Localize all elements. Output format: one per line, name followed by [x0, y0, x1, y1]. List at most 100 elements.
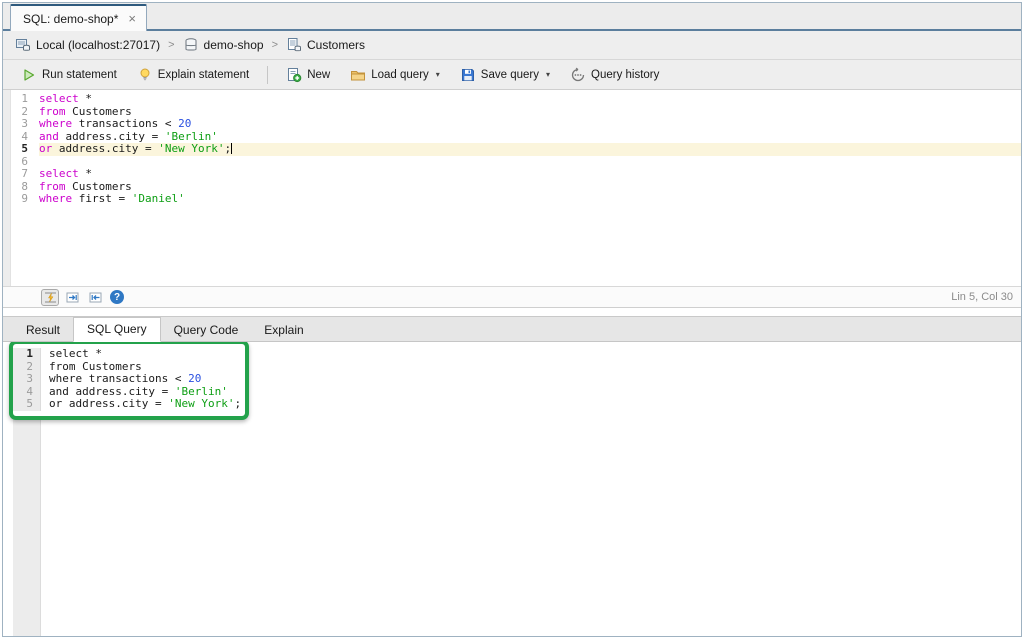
tab-title: SQL: demo-shop* — [23, 11, 119, 26]
sql-editor-code: 1 select * 2 from Customers 3 where transacti… — [3, 92, 1021, 206]
token-num: 20 — [178, 117, 192, 130]
load-query-label: Load query — [371, 68, 429, 81]
token-kw: select — [49, 347, 89, 360]
token-kw: from — [39, 104, 66, 118]
code-text: from Customers — [39, 179, 1021, 194]
breadcrumb-database-label: demo-shop — [203, 38, 264, 52]
breadcrumb-connection-label: Local (localhost:27017) — [36, 38, 161, 52]
code-line: 5 or address.city = 'New York'; — [13, 397, 245, 411]
token-pl: address.city = — [68, 384, 175, 398]
editor-footer: ? Lin 5, Col 30 — [3, 286, 1021, 308]
app-window: SQL: demo-shop* × Local (localhost:27017… — [2, 2, 1022, 637]
token-kw: and — [39, 129, 59, 143]
lightbulb-icon — [140, 68, 150, 80]
breadcrumb: Local (localhost:27017) > demo-shop > Cu… — [3, 31, 1021, 60]
toolbar-divider — [267, 65, 269, 84]
token-kw: from — [39, 179, 66, 193]
token-str: 'New York' — [168, 397, 235, 410]
new-document-icon — [288, 67, 302, 82]
token-pl: transactions < — [72, 117, 179, 130]
token-pl: * — [88, 347, 102, 360]
line-number: 3 — [13, 372, 41, 386]
token-str: 'New York' — [158, 142, 225, 155]
code-text: select * — [39, 92, 1021, 106]
connection-icon — [16, 39, 30, 51]
token-pl: address.city = — [62, 397, 169, 410]
run-icon — [24, 68, 35, 81]
token-kw: select — [39, 167, 79, 180]
token-pl: Customers — [65, 104, 132, 118]
document-tabstrip: SQL: demo-shop* × — [3, 3, 1021, 31]
annotation-highlight-box: 1 select * 2 from Customers 3 where transacti… — [9, 342, 249, 420]
explain-statement-label: Explain statement — [157, 68, 250, 81]
line-number: 5 — [21, 142, 28, 155]
code-text: select * — [39, 167, 1021, 181]
token-kw: from — [49, 359, 76, 373]
breadcrumb-separator: > — [271, 39, 278, 51]
jump-prev-statement-button[interactable] — [87, 289, 105, 306]
breadcrumb-connection[interactable]: Local (localhost:27017) — [15, 37, 160, 53]
load-query-button[interactable]: Load query ▾ — [342, 64, 448, 86]
query-toolbar: Run statement Explain statement New Load… — [3, 60, 1021, 90]
token-str: 'Daniel' — [131, 192, 185, 205]
run-statement-button[interactable]: Run statement — [13, 64, 125, 86]
code-text: where first = 'Daniel' — [39, 192, 1021, 206]
token-pl: * — [78, 167, 92, 180]
tab-sql-query[interactable]: SQL Query — [73, 317, 161, 342]
breadcrumb-database[interactable]: demo-shop — [183, 37, 264, 53]
database-icon — [185, 38, 197, 51]
tab-result[interactable]: Result — [13, 319, 73, 342]
token-pl: ; — [224, 142, 232, 155]
new-query-button[interactable]: New — [278, 64, 338, 86]
jump-next-statement-button[interactable] — [64, 289, 82, 306]
chevron-down-icon[interactable]: ▾ — [546, 70, 550, 79]
tab-query-code[interactable]: Query Code — [161, 319, 252, 342]
new-query-label: New — [307, 68, 331, 81]
code-line: 9 where first = 'Daniel' — [3, 192, 1021, 206]
save-query-button[interactable]: Save query ▾ — [452, 64, 558, 86]
sql-query-preview-code: 1 select * 2 from Customers 3 where transacti… — [13, 347, 245, 411]
token-pl: * — [78, 92, 92, 105]
token-kw: or — [49, 397, 63, 410]
code-line: 1 select * — [3, 92, 1021, 106]
chevron-down-icon[interactable]: ▾ — [436, 70, 440, 79]
token-pl: address.city = — [52, 142, 159, 155]
run-statement-label: Run statement — [42, 68, 117, 81]
statement-lightning-icon — [44, 292, 56, 302]
token-kw: where — [39, 117, 73, 130]
history-icon — [571, 67, 585, 81]
code-text: or address.city = 'New York'; — [49, 397, 245, 411]
code-line: 5 or address.city = 'New York'; — [3, 142, 1021, 156]
save-icon — [461, 68, 474, 81]
token-kw: and — [49, 384, 69, 398]
sql-query-preview: 1 select * 2 from Customers 3 where transacti… — [13, 344, 245, 416]
breadcrumb-collection[interactable]: Customers — [286, 37, 365, 53]
tab-explain[interactable]: Explain — [251, 319, 316, 342]
line-number: 5 — [13, 397, 41, 411]
close-icon[interactable]: × — [128, 12, 136, 25]
line-number: 9 — [21, 192, 28, 205]
sql-editor[interactable]: 1 select * 2 from Customers 3 where transacti… — [3, 90, 1021, 286]
panel-splitter[interactable] — [3, 308, 1021, 316]
result-tabstrip: Result SQL Query Query Code Explain — [3, 316, 1021, 342]
breadcrumb-collection-label: Customers — [307, 38, 366, 52]
code-text: or address.city = 'New York'; — [39, 142, 1021, 156]
explain-statement-button[interactable]: Explain statement — [129, 64, 257, 86]
token-str: 'Berlin' — [164, 129, 218, 143]
token-kw: or — [39, 142, 53, 155]
token-num: 20 — [188, 372, 202, 385]
token-kw: where — [39, 192, 73, 205]
token-kw: select — [39, 92, 79, 105]
query-history-button[interactable]: Query history — [562, 64, 667, 86]
folder-icon — [351, 70, 366, 80]
statement-marker-toggle[interactable] — [41, 288, 59, 306]
jump-prev-icon — [89, 292, 102, 302]
breadcrumb-separator: > — [168, 39, 175, 51]
jump-next-icon — [66, 292, 79, 302]
tab-sql-demo-shop[interactable]: SQL: demo-shop* × — [10, 4, 147, 31]
token-pl: Customers — [65, 179, 132, 193]
token-pl: address.city = — [58, 129, 165, 143]
sql-query-panel[interactable]: 1 select * 2 from Customers 3 where transacti… — [3, 342, 1021, 636]
help-icon[interactable]: ? — [110, 290, 124, 304]
